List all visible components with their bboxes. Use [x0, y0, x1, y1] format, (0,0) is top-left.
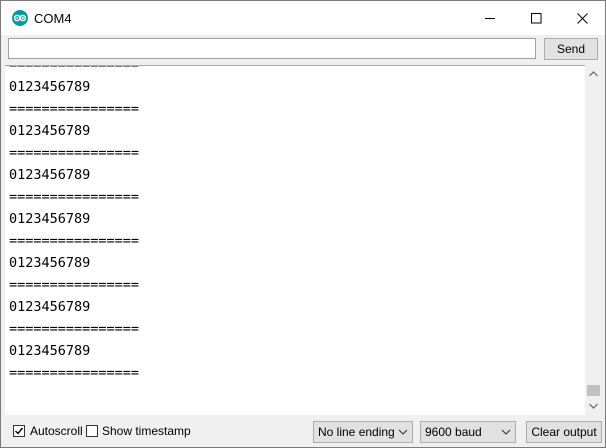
separator-line: ================ — [9, 65, 140, 73]
show-timestamp-checkbox[interactable] — [86, 425, 98, 437]
close-icon — [576, 12, 588, 24]
arduino-logo-icon — [12, 10, 28, 26]
send-button[interactable]: Send — [544, 38, 598, 60]
output-line: 0123456789 — [9, 255, 91, 271]
serial-output[interactable]: ================ 0123456789 ==============… — [5, 65, 585, 415]
scroll-down-arrow[interactable] — [585, 397, 602, 414]
output-line: 0123456789 — [9, 79, 91, 95]
autoscroll-checkbox[interactable] — [13, 425, 25, 437]
scroll-up-arrow[interactable] — [585, 65, 602, 82]
chevron-up-icon — [589, 70, 598, 76]
output-line: 0123456789 — [9, 343, 91, 359]
output-line: 0123456789 — [9, 167, 91, 183]
separator-line: ================ — [9, 277, 140, 293]
serial-input[interactable] — [8, 38, 536, 59]
baud-rate-select[interactable]: 9600 baud — [420, 421, 516, 443]
bottom-toolbar: Autoscroll Show timestamp No line ending… — [1, 415, 605, 447]
show-timestamp-label[interactable]: Show timestamp — [102, 424, 191, 438]
maximize-button[interactable] — [513, 1, 559, 35]
autoscroll-label[interactable]: Autoscroll — [30, 424, 83, 438]
minimize-icon — [484, 17, 495, 19]
title-bar[interactable]: COM4 — [1, 1, 605, 35]
clear-output-button[interactable]: Clear output — [526, 421, 602, 443]
output-line: 0123456789 — [9, 299, 91, 315]
chevron-down-icon — [398, 429, 408, 435]
separator-line: ================ — [9, 365, 140, 381]
separator-line: ================ — [9, 233, 140, 249]
separator-line: ================ — [9, 145, 140, 161]
chevron-down-icon — [589, 403, 598, 409]
separator-line: ================ — [9, 321, 140, 337]
serial-monitor-window: COM4 Send ================ 0123456789 ====… — [0, 0, 606, 448]
output-line: 0123456789 — [9, 123, 91, 139]
chevron-down-icon — [501, 429, 511, 435]
maximize-icon — [530, 12, 541, 23]
line-ending-value: No line ending — [318, 425, 395, 439]
scroll-thumb[interactable] — [587, 385, 600, 396]
separator-line: ================ — [9, 189, 140, 205]
send-row: Send — [1, 35, 605, 65]
output-scrollbar[interactable] — [585, 65, 602, 414]
minimize-button[interactable] — [467, 1, 513, 35]
baud-rate-value: 9600 baud — [425, 425, 482, 439]
output-line: 0123456789 — [9, 211, 91, 227]
separator-line: ================ — [9, 101, 140, 117]
line-ending-select[interactable]: No line ending — [313, 421, 413, 443]
checkmark-icon — [15, 427, 24, 435]
close-button[interactable] — [559, 1, 605, 35]
window-title: COM4 — [34, 11, 72, 26]
